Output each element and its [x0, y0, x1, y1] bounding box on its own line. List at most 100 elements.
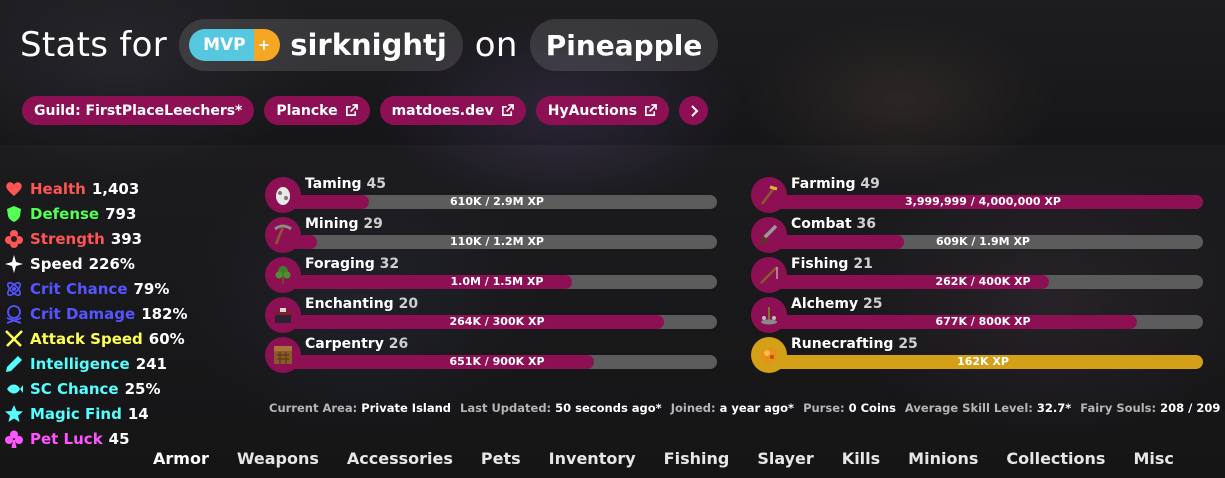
- nav-weapons[interactable]: Weapons: [237, 449, 319, 468]
- stat-name: Strength: [30, 229, 105, 248]
- stat-value: 25%: [124, 379, 161, 398]
- title-on: on: [474, 25, 518, 65]
- title-prefix: Stats for: [20, 25, 168, 65]
- skill-xp-text: 162K XP: [957, 355, 1009, 368]
- enchanting-table-icon: [265, 297, 301, 333]
- plancke-link-label: Plancke: [276, 102, 338, 119]
- stat-row: Strength 393: [4, 226, 188, 251]
- stat-value: 60%: [148, 329, 185, 348]
- star-icon: [4, 404, 24, 424]
- skill-label: Mining: [305, 216, 359, 232]
- skill-level: 29: [363, 216, 383, 232]
- more-links-button[interactable]: [679, 96, 709, 125]
- skill-progress-bar: 110K / 1.2M XP: [277, 235, 717, 249]
- matdoes-link[interactable]: matdoes.dev: [379, 96, 526, 125]
- skill-xp-text: 651K / 900K XP: [449, 355, 545, 368]
- nav-minions[interactable]: Minions: [908, 449, 978, 468]
- stat-row: SC Chance 25%: [4, 376, 188, 401]
- matdoes-link-label: matdoes.dev: [391, 102, 494, 119]
- skill-level: 25: [898, 336, 918, 352]
- skill-xp-text: 264K / 300K XP: [449, 315, 545, 328]
- stat-name: Crit Chance: [30, 279, 128, 298]
- sword-icon: [751, 217, 787, 253]
- info-value: 208 / 209: [1160, 401, 1221, 415]
- nav-slayer[interactable]: Slayer: [757, 449, 813, 468]
- rank-plus: +: [253, 29, 281, 61]
- skill-level: 26: [388, 336, 409, 352]
- nav-misc[interactable]: Misc: [1133, 449, 1173, 468]
- page-title: Stats for MVP + sirknightj on Pineapple: [20, 18, 719, 72]
- skill-level: 36: [856, 216, 877, 232]
- stat-value: 45: [108, 429, 130, 448]
- player-pill[interactable]: MVP + sirknightj: [179, 19, 463, 71]
- stat-row: Attack Speed 60%: [4, 326, 188, 351]
- info-label: Average Skill Level:: [904, 401, 1033, 415]
- skill-name: Mining 29: [305, 216, 383, 232]
- sapling-icon: [265, 257, 301, 293]
- stat-row: Pet Luck 45: [4, 426, 188, 451]
- nav-pets[interactable]: Pets: [481, 449, 521, 468]
- skill-name: Fishing 21: [791, 256, 873, 272]
- skull-icon: [4, 304, 24, 324]
- guild-link-label: Guild: FirstPlaceLeechers*: [34, 102, 243, 119]
- info-item: Joined: a year ago*: [671, 401, 794, 415]
- pencil-icon: [4, 354, 24, 374]
- skill-mining: 110K / 1.2M XP Mining 29: [265, 215, 725, 255]
- skill-name: Carpentry 26: [305, 336, 408, 352]
- skill-label: Taming: [305, 176, 362, 192]
- info-item: Fairy Souls: 208 / 209: [1080, 401, 1220, 415]
- skill-name: Enchanting 20: [305, 296, 418, 312]
- skill-level: 21: [853, 256, 873, 272]
- stat-row: Crit Chance 79%: [4, 276, 188, 301]
- info-item: Average Skill Level: 32.7*: [905, 401, 1071, 415]
- skill-xp-text: 677K / 800K XP: [935, 315, 1031, 328]
- skill-progress-bar: 609K / 1.9M XP: [763, 235, 1203, 249]
- skill-name: Foraging 32: [305, 256, 399, 272]
- guild-link[interactable]: Guild: FirstPlaceLeechers*: [22, 96, 255, 125]
- nav-collections[interactable]: Collections: [1006, 449, 1105, 468]
- skill-xp-text: 609K / 1.9M XP: [936, 235, 1030, 248]
- profile-selector[interactable]: Pineapple: [529, 19, 719, 71]
- stat-name: Pet Luck: [30, 429, 103, 448]
- info-value: a year ago*: [719, 401, 795, 415]
- skill-label: Runecrafting: [791, 336, 894, 352]
- info-value: 0 Coins: [848, 401, 896, 415]
- skill-fishing: 262K / 400K XP Fishing 21: [751, 255, 1211, 295]
- skill-label: Enchanting: [305, 296, 394, 312]
- nav-fishing[interactable]: Fishing: [664, 449, 730, 468]
- info-value: 50 seconds ago*: [555, 401, 662, 415]
- stat-row: Defense 793: [4, 201, 188, 226]
- info-item: Last Updated: 50 seconds ago*: [460, 401, 662, 415]
- info-label: Purse:: [803, 401, 845, 415]
- hyauctions-link[interactable]: HyAuctions: [535, 96, 670, 125]
- skill-progress-bar: 677K / 800K XP: [763, 315, 1203, 329]
- info-label: Joined:: [670, 401, 716, 415]
- skill-name: Runecrafting 25: [791, 336, 918, 352]
- rank-badge: MVP +: [189, 29, 281, 61]
- plancke-link[interactable]: Plancke: [264, 96, 370, 125]
- info-item: Purse: 0 Coins: [803, 401, 896, 415]
- stat-name: Magic Find: [30, 404, 122, 423]
- rank-mvp: MVP: [189, 29, 254, 61]
- info-label: Fairy Souls:: [1080, 401, 1157, 415]
- stat-name: Attack Speed: [30, 329, 143, 348]
- skill-xp-text: 262K / 400K XP: [935, 275, 1031, 288]
- skill-label: Fishing: [791, 256, 849, 272]
- nav-accessories[interactable]: Accessories: [347, 449, 453, 468]
- stat-name: Crit Damage: [30, 304, 136, 323]
- stat-name: Intelligence: [30, 354, 130, 373]
- pickaxe-icon: [265, 217, 301, 253]
- skill-xp-text: 610K / 2.9M XP: [450, 195, 544, 208]
- nav-armor[interactable]: Armor: [153, 449, 209, 468]
- skill-farming: 3,999,999 / 4,000,000 XP Farming 49: [751, 175, 1211, 215]
- hyauctions-link-label: HyAuctions: [547, 102, 638, 119]
- info-label: Current Area:: [269, 401, 358, 415]
- nav-inventory[interactable]: Inventory: [549, 449, 636, 468]
- nav-kills[interactable]: Kills: [842, 449, 880, 468]
- username: sirknightj: [290, 28, 447, 62]
- spawn-egg-icon: [265, 177, 301, 213]
- stat-name: Health: [30, 179, 86, 198]
- skill-label: Alchemy: [791, 296, 859, 312]
- info-value: 32.7*: [1036, 401, 1072, 415]
- skill-progress-bar: 162K XP: [763, 355, 1203, 369]
